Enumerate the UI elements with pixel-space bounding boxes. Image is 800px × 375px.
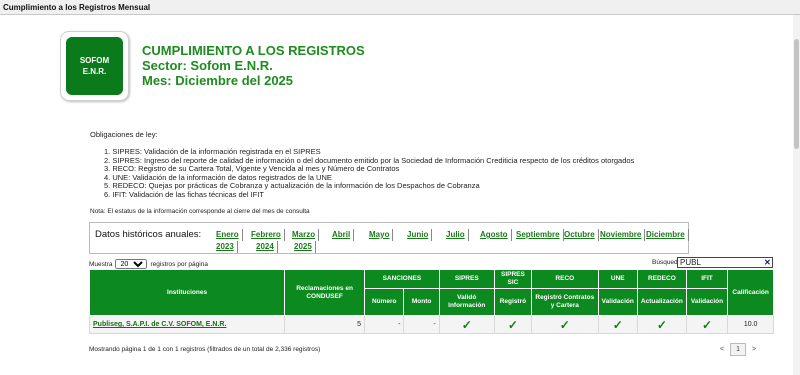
col-ifit-sub[interactable]: Validación — [685, 288, 729, 316]
check-icon: ✓ — [612, 317, 623, 332]
month-link-enero[interactable]: Enero — [216, 229, 243, 241]
col-reclamaciones[interactable]: Reclamaciones en CONDUSEF — [284, 269, 366, 316]
col-redeco-sub[interactable]: Actualización — [636, 288, 687, 316]
col-sanciones: SANCIONES — [364, 269, 440, 289]
cell-reclamaciones: 5 — [284, 315, 366, 334]
col-registro[interactable]: Registró — [493, 288, 533, 316]
page-1-button[interactable]: 1 — [730, 343, 746, 356]
month-link-febrero[interactable]: Febrero — [251, 229, 285, 241]
month-link-noviembre[interactable]: Noviembre — [600, 229, 646, 241]
page-title: CUMPLIMIENTO A LOS REGISTROS — [142, 43, 365, 58]
logo-line-1: SOFOM — [79, 56, 110, 65]
col-sipres-sic: SIPRES SIC — [493, 269, 533, 289]
cell-numero: - — [364, 315, 405, 334]
obligacion-item: 6. IFIT: Validación de las fichas técnic… — [104, 189, 264, 199]
muestra-label: Muestra — [89, 260, 113, 268]
month-label: Mes: Diciembre del 2025 — [142, 73, 294, 88]
nota-text: Nota: El estatus de la información corre… — [90, 208, 310, 215]
col-valido[interactable]: Validó Información — [438, 288, 495, 316]
col-ifit: IFIT — [685, 269, 729, 289]
historicos-label: Datos históricos anuales: — [95, 229, 202, 240]
registros-label: registros por página — [150, 260, 208, 268]
month-link-octubre[interactable]: Octubre — [564, 229, 599, 241]
col-reco: RECO — [531, 269, 599, 289]
col-redeco: REDECO — [636, 269, 687, 289]
table-row: Publiseg, S.A.P.I. de C.V. SOFOM, E.N.R.… — [88, 315, 774, 334]
results-table: Instituciones Reclamaciones en CONDUSEF … — [88, 269, 774, 334]
col-sipres: SIPRES — [438, 269, 495, 289]
cell-redeco: ✓ — [636, 315, 687, 334]
page-size-select[interactable]: 20 — [115, 259, 148, 269]
logo-line-2: E.N.R. — [82, 67, 107, 76]
month-link-junio[interactable]: Junio — [407, 229, 433, 241]
pagination: < 1 > — [720, 343, 756, 356]
institution-link[interactable]: Publiseg, S.A.P.I. de C.V. SOFOM, E.N.R. — [93, 321, 226, 328]
col-calificacion[interactable]: Calificación — [727, 269, 774, 316]
cell-calificacion: 10.0 — [727, 315, 774, 334]
year-link-2023[interactable]: 2023 — [216, 241, 238, 253]
next-page-button[interactable]: > — [752, 346, 756, 353]
prev-page-button[interactable]: < — [720, 346, 724, 353]
col-monto[interactable]: Monto — [403, 288, 440, 316]
check-icon: ✓ — [559, 317, 570, 332]
cell-monto: - — [403, 315, 440, 334]
col-instituciones[interactable]: Instituciones — [88, 269, 286, 316]
check-icon: ✓ — [507, 317, 518, 332]
cell-ifit: ✓ — [685, 315, 729, 334]
historicos-panel: Datos históricos anuales: Enero Febrero … — [89, 222, 689, 254]
obligaciones-heading: Obligaciones de ley: — [90, 130, 158, 139]
scrollbar-track[interactable] — [793, 15, 800, 375]
page-size-control: Muestra 20 registros por página — [89, 259, 208, 269]
col-reco-sub[interactable]: Registró Contratos y Cartera — [531, 288, 599, 316]
scrollbar-thumb[interactable] — [794, 39, 799, 149]
cell-sipres-sic: ✓ — [493, 315, 533, 334]
col-une-sub[interactable]: Validación — [597, 288, 638, 316]
month-link-diciembre[interactable]: Diciembre — [646, 229, 689, 241]
month-link-mayo[interactable]: Mayo — [369, 229, 394, 241]
month-link-septiembre[interactable]: Septiembre — [516, 229, 564, 241]
search-input[interactable]: PUBL — [677, 257, 773, 268]
month-link-abril[interactable]: Abril — [332, 229, 355, 241]
check-icon: ✓ — [701, 317, 713, 332]
window-title: Cumplimiento a los Registros Mensual — [0, 0, 800, 15]
month-link-julio[interactable]: Julio — [446, 229, 469, 241]
obligaciones-list: 1. SIPRES: Validación de la información … — [104, 147, 634, 199]
sector-label: Sector: Sofom E.N.R. — [142, 58, 273, 73]
cell-sipres: ✓ — [438, 315, 495, 334]
check-icon: ✓ — [461, 317, 472, 332]
cell-institucion: Publiseg, S.A.P.I. de C.V. SOFOM, E.N.R. — [88, 315, 286, 334]
cell-une: ✓ — [597, 315, 638, 334]
month-link-agosto[interactable]: Agosto — [480, 229, 512, 241]
year-link-2025[interactable]: 2025 — [294, 241, 316, 253]
year-link-2024[interactable]: 2024 — [256, 241, 278, 253]
month-link-marzo[interactable]: Marzo — [292, 229, 320, 241]
pagination-info: Mostrando página 1 de 1 con 1 registros … — [89, 346, 321, 353]
clear-search-icon[interactable]: ✕ — [764, 258, 771, 267]
col-numero[interactable]: Número — [364, 288, 405, 316]
check-icon: ✓ — [656, 317, 667, 332]
col-une: UNE — [597, 269, 638, 289]
cell-reco: ✓ — [531, 315, 599, 334]
sofom-logo: SOFOM E.N.R. — [60, 31, 129, 101]
